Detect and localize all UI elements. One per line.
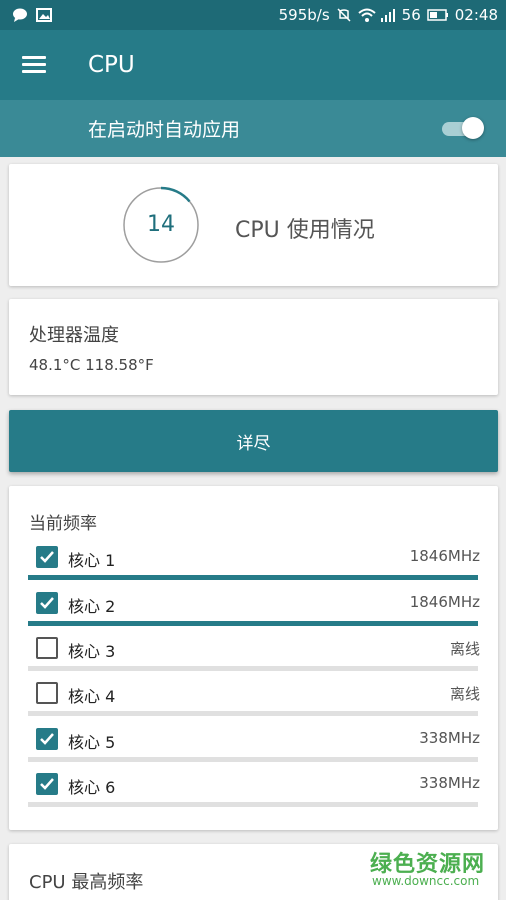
core-checkbox[interactable] bbox=[36, 637, 58, 659]
battery-icon bbox=[427, 8, 449, 22]
core-label: 核心 5 bbox=[68, 733, 116, 752]
auto-apply-row: 在启动时自动应用 bbox=[0, 100, 506, 157]
max-frequency-title: CPU 最高频率 bbox=[29, 872, 144, 893]
core-frequency-bar bbox=[28, 711, 478, 716]
app-bar: CPU bbox=[0, 30, 506, 100]
core-frequency: 1846MHz bbox=[409, 593, 480, 611]
core-checkbox[interactable] bbox=[36, 546, 58, 568]
temperature-card: 处理器温度 48.1°C 118.58°F bbox=[9, 299, 498, 395]
temperature-title: 处理器温度 bbox=[29, 325, 119, 346]
core-row: 核心 1 1846MHz bbox=[28, 544, 480, 584]
core-row: 核心 4 离线 bbox=[28, 680, 480, 720]
core-frequency: 离线 bbox=[449, 640, 480, 658]
core-label: 核心 1 bbox=[68, 551, 116, 570]
cpu-usage-label: CPU 使用情况 bbox=[235, 218, 375, 243]
core-row: 核心 6 338MHz bbox=[28, 771, 480, 811]
core-frequency-bar bbox=[28, 621, 478, 626]
core-frequency: 1846MHz bbox=[409, 547, 480, 565]
signal-text: 56 bbox=[401, 6, 421, 24]
checkmark-icon bbox=[40, 733, 54, 745]
watermark-sub: www.downcc.com bbox=[372, 874, 480, 888]
core-label: 核心 4 bbox=[68, 687, 116, 706]
details-button[interactable]: 详尽 bbox=[9, 410, 498, 472]
hamburger-menu-icon[interactable] bbox=[22, 56, 46, 74]
current-frequency-card: 当前频率 核心 1 1846MHz 核心 2 1846MHz 核心 3 离线 核… bbox=[9, 486, 498, 830]
core-frequency-bar bbox=[28, 757, 478, 762]
core-frequency: 离线 bbox=[449, 685, 480, 703]
checkmark-icon bbox=[40, 778, 54, 790]
core-row: 核心 2 1846MHz bbox=[28, 590, 480, 630]
cpu-usage-card: 14 CPU 使用情况 bbox=[9, 164, 498, 286]
cpu-usage-value: 14 bbox=[147, 212, 175, 237]
wifi-icon bbox=[358, 8, 376, 22]
core-frequency-bar bbox=[28, 575, 478, 580]
core-checkbox[interactable] bbox=[36, 728, 58, 750]
core-checkbox[interactable] bbox=[36, 682, 58, 704]
checkmark-icon bbox=[40, 551, 54, 563]
core-row: 核心 3 离线 bbox=[28, 635, 480, 675]
mute-icon bbox=[336, 8, 352, 22]
checkmark-icon bbox=[40, 597, 54, 609]
auto-apply-label: 在启动时自动应用 bbox=[88, 119, 241, 141]
image-notification-icon bbox=[36, 8, 52, 22]
core-label: 核心 6 bbox=[68, 778, 116, 797]
core-checkbox[interactable] bbox=[36, 773, 58, 795]
toggle-thumb bbox=[462, 117, 484, 139]
core-frequency-bar bbox=[28, 666, 478, 671]
core-label: 核心 3 bbox=[68, 642, 116, 661]
watermark-logo: 绿色资源网 www.downcc.com bbox=[370, 846, 490, 896]
core-row: 核心 5 338MHz bbox=[28, 726, 480, 766]
status-right: 595b/s 56 02:48 bbox=[279, 6, 498, 24]
status-bar: 595b/s 56 02:48 bbox=[0, 0, 506, 30]
core-frequency: 338MHz bbox=[419, 729, 480, 747]
core-frequency-bar bbox=[28, 802, 478, 807]
chat-notification-icon bbox=[12, 8, 28, 22]
clock: 02:48 bbox=[454, 6, 498, 24]
temperature-value: 48.1°C 118.58°F bbox=[29, 356, 154, 374]
core-checkbox[interactable] bbox=[36, 592, 58, 614]
auto-apply-toggle[interactable] bbox=[440, 117, 484, 139]
frequency-title: 当前频率 bbox=[29, 514, 97, 534]
net-speed: 595b/s bbox=[278, 6, 330, 24]
core-label: 核心 2 bbox=[68, 597, 116, 616]
page-title: CPU bbox=[88, 52, 135, 78]
status-left bbox=[12, 8, 52, 22]
signal-icon bbox=[380, 8, 396, 22]
core-frequency: 338MHz bbox=[419, 774, 480, 792]
